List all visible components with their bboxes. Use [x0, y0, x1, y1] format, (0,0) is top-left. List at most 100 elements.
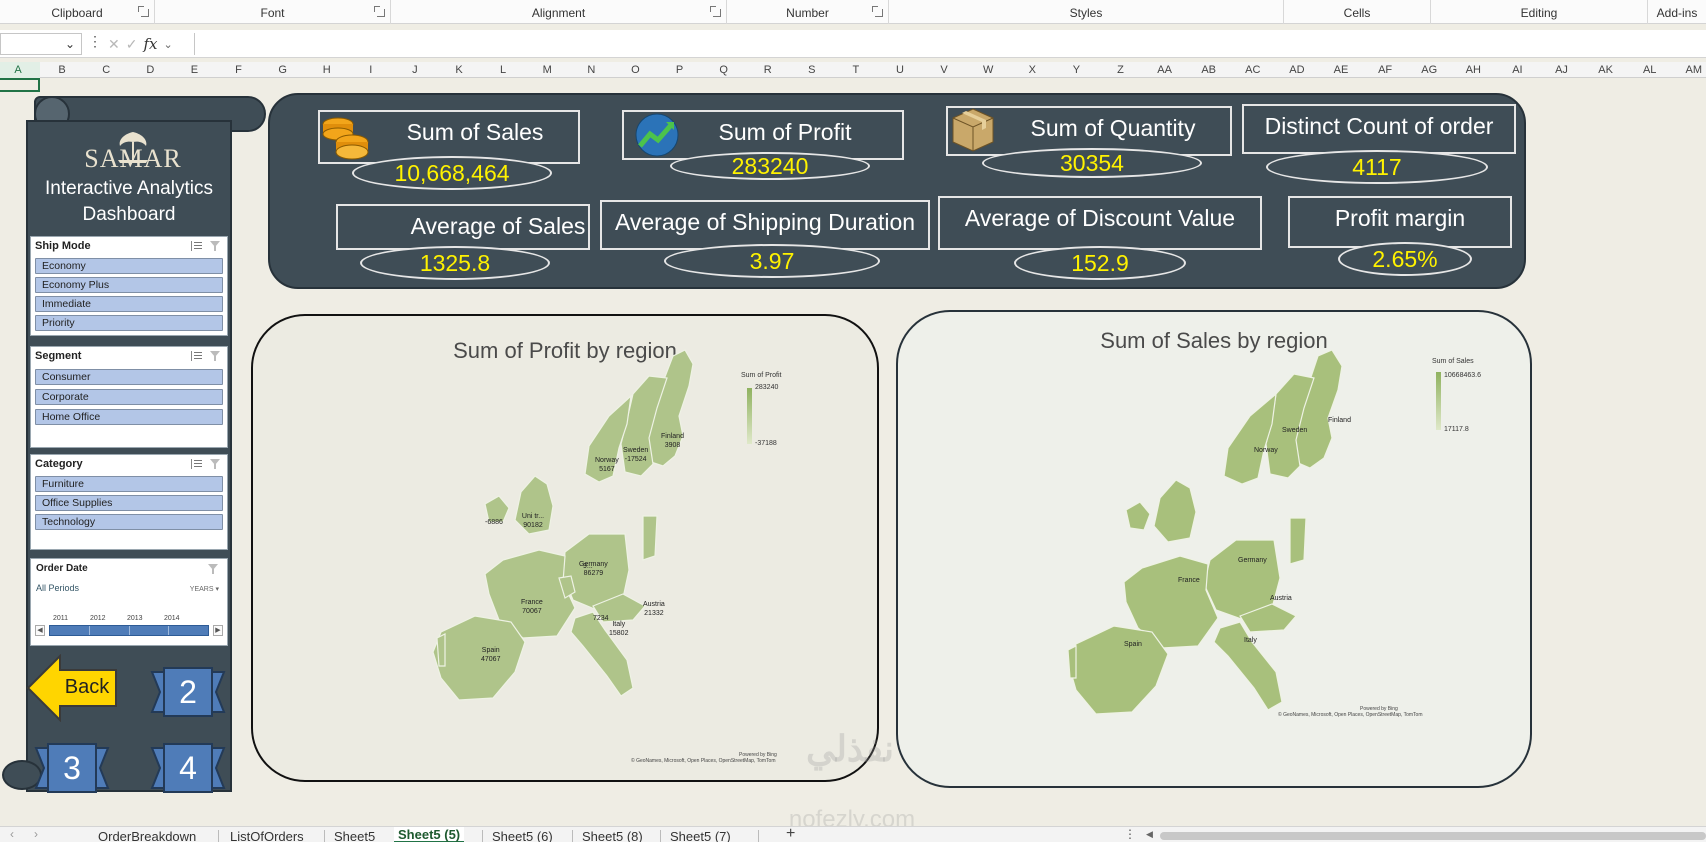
- column-header-q[interactable]: Q: [702, 62, 746, 78]
- dashboard-title: Interactive Analytics Dashboard: [30, 176, 228, 228]
- column-header-p[interactable]: P: [658, 62, 702, 78]
- column-header-u[interactable]: U: [878, 62, 922, 78]
- insert-function-icon[interactable]: fx: [143, 35, 157, 53]
- slicer-item-economy[interactable]: Economy: [35, 258, 223, 274]
- slicer-item-immediate[interactable]: Immediate: [35, 296, 223, 312]
- column-header-h[interactable]: H: [305, 62, 349, 78]
- slicer-item-home-office[interactable]: Home Office: [35, 409, 223, 425]
- multi-select-icon[interactable]: [191, 459, 202, 469]
- nav-button-label: 4: [179, 750, 197, 786]
- slicer-item-furniture[interactable]: Furniture: [35, 476, 223, 492]
- map-profit-by-region[interactable]: Sum of Profit by region Sum of Profit 28…: [251, 314, 879, 782]
- more-options-icon[interactable]: ⋮: [88, 33, 102, 50]
- timeline-scroll-right-icon[interactable]: ▶: [213, 625, 223, 636]
- slicer-item-corporate[interactable]: Corporate: [35, 389, 223, 405]
- column-header-x[interactable]: X: [1010, 62, 1054, 78]
- column-header-aj[interactable]: AJ: [1540, 62, 1584, 78]
- column-header-j[interactable]: J: [393, 62, 437, 78]
- multi-select-icon[interactable]: [191, 241, 202, 251]
- column-header-o[interactable]: O: [613, 62, 657, 78]
- column-header-m[interactable]: M: [525, 62, 569, 78]
- column-header-ae[interactable]: AE: [1319, 62, 1363, 78]
- previous-sheet-icon[interactable]: ‹: [10, 827, 14, 841]
- clear-filter-icon[interactable]: [210, 459, 221, 469]
- chevron-down-icon[interactable]: ⌄: [65, 37, 75, 51]
- kpi-avg-shipping-duration-label: Average of Shipping Duration: [600, 200, 930, 250]
- sheet-tab-sheet5-7[interactable]: Sheet5 (7): [666, 827, 735, 842]
- column-header-af[interactable]: AF: [1363, 62, 1407, 78]
- nav-button-3[interactable]: 3: [34, 742, 110, 794]
- column-header-al[interactable]: AL: [1628, 62, 1672, 78]
- timeline-scroll-left-icon[interactable]: ◀: [35, 625, 45, 636]
- column-header-c[interactable]: C: [84, 62, 128, 78]
- dialog-launcher-icon[interactable]: [710, 6, 721, 17]
- column-header-ai[interactable]: AI: [1495, 62, 1539, 78]
- sheet-tab-sheet5[interactable]: Sheet5: [330, 827, 379, 842]
- back-button[interactable]: Back: [26, 653, 118, 723]
- column-header-ac[interactable]: AC: [1231, 62, 1275, 78]
- column-header-k[interactable]: K: [437, 62, 481, 78]
- column-header-am[interactable]: AM: [1672, 62, 1706, 78]
- dialog-launcher-icon[interactable]: [374, 6, 385, 17]
- nav-button-2[interactable]: 2: [150, 666, 226, 718]
- multi-select-icon[interactable]: [191, 351, 202, 361]
- column-header-ad[interactable]: AD: [1275, 62, 1319, 78]
- selected-cell[interactable]: [0, 78, 40, 92]
- sheet-tab-listoforders[interactable]: ListOfOrders: [226, 827, 308, 842]
- column-header-ag[interactable]: AG: [1407, 62, 1451, 78]
- column-header-y[interactable]: Y: [1054, 62, 1098, 78]
- add-sheet-icon[interactable]: +: [786, 825, 795, 842]
- column-header-d[interactable]: D: [128, 62, 172, 78]
- slicer-item-technology[interactable]: Technology: [35, 514, 223, 530]
- more-options-icon[interactable]: ⋮: [1124, 827, 1136, 841]
- column-header-t[interactable]: T: [834, 62, 878, 78]
- column-header-w[interactable]: W: [966, 62, 1010, 78]
- timeline-unit-select[interactable]: YEARS ▾: [190, 585, 219, 593]
- timeline-selection-bar[interactable]: [49, 625, 209, 636]
- nav-button-4[interactable]: 4: [150, 742, 226, 794]
- sheet-tab-sheet5-5[interactable]: Sheet5 (5): [394, 827, 465, 842]
- clear-filter-icon[interactable]: [210, 241, 221, 251]
- column-header-ah[interactable]: AH: [1451, 62, 1495, 78]
- column-header-v[interactable]: V: [922, 62, 966, 78]
- enter-icon[interactable]: ✓: [126, 36, 138, 53]
- region-label-finland: Finland: [1328, 417, 1351, 424]
- slicer-item-economy-plus[interactable]: Economy Plus: [35, 277, 223, 293]
- column-header-z[interactable]: Z: [1099, 62, 1143, 78]
- column-header-ab[interactable]: AB: [1187, 62, 1231, 78]
- cancel-icon[interactable]: ✕: [108, 36, 120, 53]
- region-label-united-kingdom: Uni tr... 90182: [521, 513, 545, 529]
- slicer-item-priority[interactable]: Priority: [35, 315, 223, 331]
- sheet-tab-sheet5-8[interactable]: Sheet5 (8): [578, 827, 647, 842]
- slicer-item-consumer[interactable]: Consumer: [35, 369, 223, 385]
- ribbon-group-clipboard: Clipboard: [0, 0, 155, 24]
- column-header-e[interactable]: E: [172, 62, 216, 78]
- column-header-s[interactable]: S: [790, 62, 834, 78]
- scroll-left-icon[interactable]: ◀: [1146, 829, 1153, 840]
- column-header-g[interactable]: G: [261, 62, 305, 78]
- excel-window: { "ribbon": { "groups": ["Clipboard", "F…: [0, 0, 1706, 842]
- clear-filter-icon[interactable]: [210, 351, 221, 361]
- column-header-f[interactable]: F: [217, 62, 261, 78]
- column-header-l[interactable]: L: [481, 62, 525, 78]
- slicer-segment: Segment Consumer Corporate Home Office: [30, 346, 228, 448]
- sheet-tab-sheet5-6[interactable]: Sheet5 (6): [488, 827, 557, 842]
- formula-input[interactable]: [194, 33, 1706, 55]
- column-header-b[interactable]: B: [40, 62, 84, 78]
- dialog-launcher-icon[interactable]: [872, 6, 883, 17]
- next-sheet-icon[interactable]: ›: [34, 827, 38, 841]
- column-header-n[interactable]: N: [569, 62, 613, 78]
- chevron-down-icon[interactable]: ⌄: [163, 38, 172, 51]
- sheet-tab-orderbreakdown[interactable]: OrderBreakdown: [94, 827, 200, 842]
- column-header-i[interactable]: I: [349, 62, 393, 78]
- horizontal-scrollbar[interactable]: [1160, 832, 1706, 840]
- map-sales-by-region[interactable]: Sum of Sales by region Sum of Sales 1066…: [896, 310, 1532, 788]
- column-header-ak[interactable]: AK: [1584, 62, 1628, 78]
- column-header-r[interactable]: R: [746, 62, 790, 78]
- column-header-aa[interactable]: AA: [1143, 62, 1187, 78]
- name-box[interactable]: ⌄: [0, 33, 82, 55]
- dialog-launcher-icon[interactable]: [138, 6, 149, 17]
- slicer-item-office-supplies[interactable]: Office Supplies: [35, 495, 223, 511]
- clear-filter-icon[interactable]: [208, 564, 219, 574]
- region-label-austria: Austria: [1270, 595, 1292, 602]
